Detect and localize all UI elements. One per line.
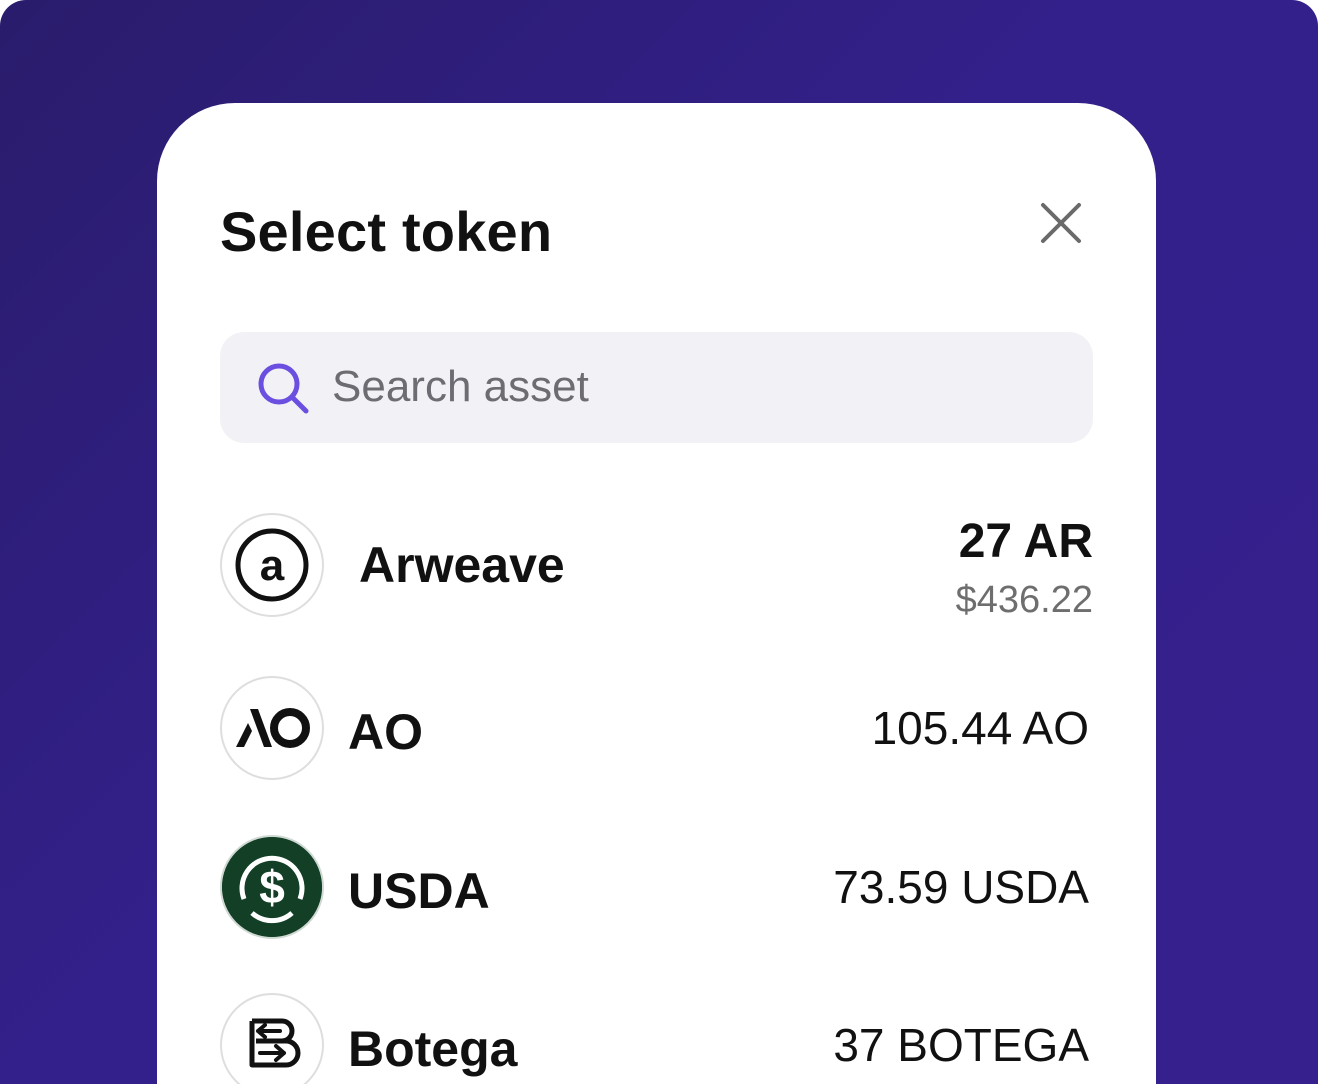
token-row-botega[interactable]: Botega 37 BOTEGA [220,993,1093,1084]
app-background: Select token a Arweave 27 AR [0,0,1318,1084]
usda-logo-icon: $ [220,835,324,939]
search-input[interactable] [332,354,1062,420]
token-fiat-value: $436.22 [955,579,1093,621]
token-name: Arweave [359,537,565,593]
botega-logo-icon [220,993,324,1084]
token-row-ao[interactable]: AO 105.44 AO [220,676,1093,784]
svg-text:a: a [260,541,285,590]
modal-title: Select token [220,200,553,263]
token-row-arweave[interactable]: a Arweave 27 AR $436.22 [220,513,1093,621]
search-icon [258,363,309,414]
token-amount: 37 BOTEGA [833,1019,1089,1071]
svg-text:$: $ [259,861,285,913]
token-row-usda[interactable]: $ USDA 73.59 USDA [220,835,1093,943]
close-button[interactable] [1029,191,1093,255]
token-name: Botega [348,1021,518,1077]
token-amount: 105.44 AO [871,702,1089,754]
token-amount: 73.59 USDA [833,861,1089,913]
token-name: AO [348,704,423,760]
search-box [220,332,1093,443]
arweave-logo-icon: a [220,513,324,617]
close-icon [1041,203,1081,243]
token-amount: 27 AR [958,515,1093,568]
select-token-modal: Select token a Arweave 27 AR [157,103,1156,1084]
ao-logo-icon [220,676,324,780]
token-name: USDA [348,863,490,919]
